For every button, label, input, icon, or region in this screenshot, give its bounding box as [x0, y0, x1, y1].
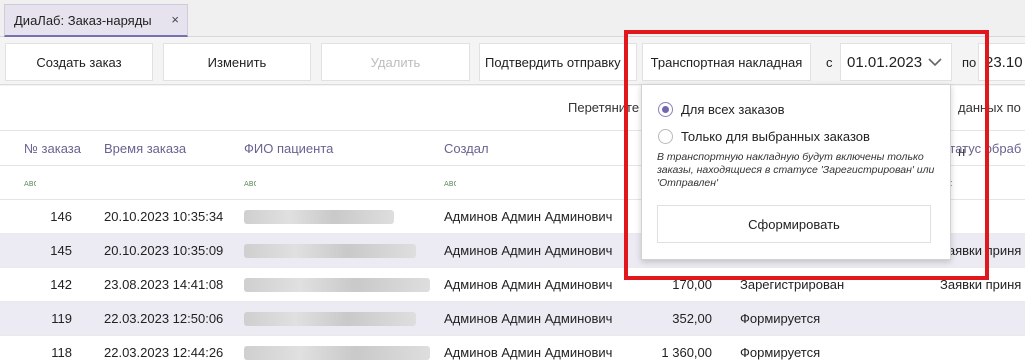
text-filter-icon[interactable]: ABC: [244, 178, 256, 188]
order-time: 20.10.2023 10:35:34: [104, 209, 224, 224]
annotation-highlight-frame: [624, 30, 989, 280]
edit-button[interactable]: Изменить: [163, 43, 311, 81]
delete-button[interactable]: Удалить: [321, 43, 470, 81]
text-filter-icon[interactable]: ABC: [444, 178, 456, 188]
svg-text:ABC: ABC: [24, 180, 36, 188]
create-order-button[interactable]: Создать заказ: [5, 43, 153, 81]
creator: Админов Админ Админович: [444, 345, 613, 360]
order-status: Формируется: [740, 345, 821, 360]
table-row[interactable]: 118 22.03.2023 12:44:26 Админов Админ Ад…: [0, 336, 1025, 363]
order-status: Формируется: [740, 311, 821, 326]
order-time: 23.08.2023 14:41:08: [104, 277, 224, 292]
patient-name-redacted: [244, 346, 430, 360]
creator: Админов Админ Админович: [444, 209, 613, 224]
patient-name-redacted: [244, 210, 394, 224]
order-number: 119: [51, 311, 72, 326]
order-sum: 1 360,00: [661, 345, 712, 360]
creator: Админов Админ Админович: [444, 311, 613, 326]
order-time: 22.03.2023 12:44:26: [104, 345, 224, 360]
svg-text:ABC: ABC: [444, 180, 456, 188]
column-header-order-number[interactable]: № заказа: [24, 131, 100, 167]
order-number: 146: [50, 209, 72, 224]
text-filter-icon[interactable]: ABC: [24, 178, 36, 188]
date-to-value: 23.10: [985, 53, 1023, 71]
patient-name-redacted: [244, 278, 430, 292]
order-time: 20.10.2023 10:35:09: [104, 243, 224, 258]
patient-name-redacted: [244, 312, 416, 326]
tab-orders[interactable]: ДиаЛаб: Заказ-наряды ×: [4, 4, 188, 37]
column-header-order-time[interactable]: Время заказа: [104, 131, 234, 167]
creator: Админов Админ Админович: [444, 277, 613, 292]
creator: Админов Админ Админович: [444, 243, 613, 258]
order-time: 22.03.2023 12:50:06: [104, 311, 224, 326]
tab-title: ДиаЛаб: Заказ-наряды: [14, 12, 152, 28]
column-header-creator[interactable]: Создал: [444, 131, 634, 167]
confirm-send-button[interactable]: Подтвердить отправку: [479, 43, 637, 81]
close-icon[interactable]: ×: [171, 12, 179, 27]
order-number: 118: [51, 345, 72, 360]
table-row[interactable]: 119 22.03.2023 12:50:06 Админов Админ Ад…: [0, 302, 1025, 336]
column-header-patient[interactable]: ФИО пациента: [244, 131, 434, 167]
patient-name-redacted: [244, 244, 416, 258]
svg-text:ABC: ABC: [244, 180, 256, 188]
order-number: 145: [50, 243, 72, 258]
order-sum: 352,00: [672, 311, 712, 326]
order-number: 142: [50, 277, 72, 292]
